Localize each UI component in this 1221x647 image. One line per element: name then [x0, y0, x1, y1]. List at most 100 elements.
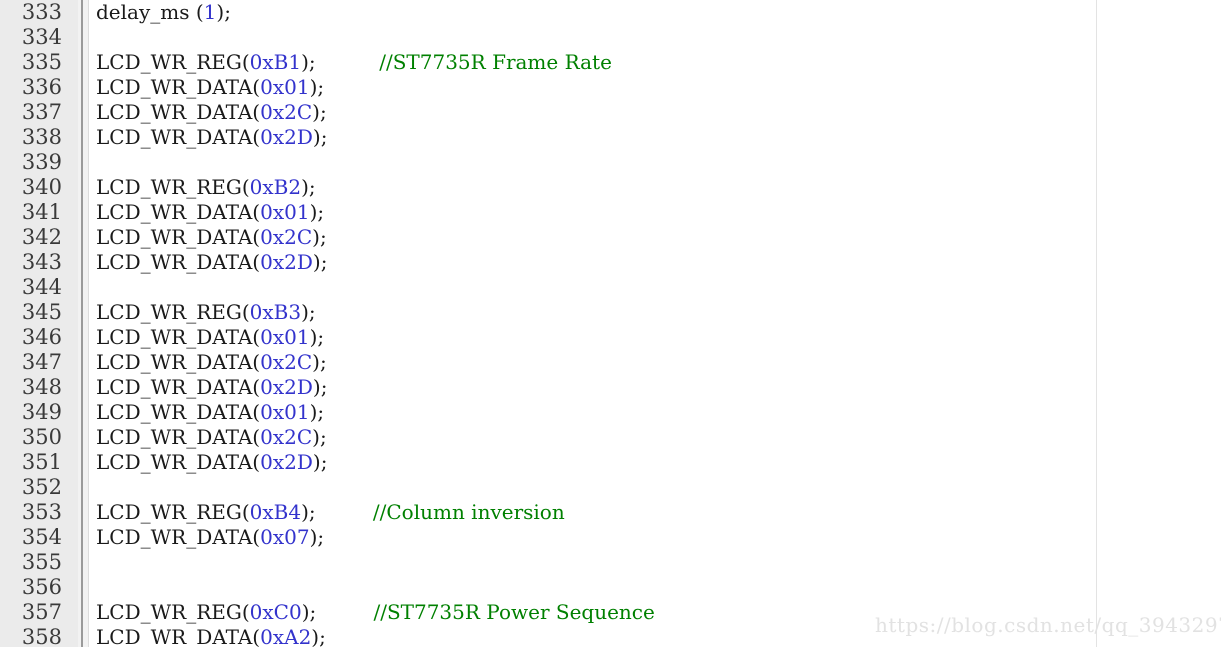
code-token: );: [301, 300, 316, 324]
code-line[interactable]: 333 delay_ms (1);: [0, 0, 1221, 25]
line-number: 349: [21, 400, 62, 424]
code-token: LCD_WR_DATA(: [96, 400, 261, 424]
code-line[interactable]: 335 LCD_WR_REG(0xB1); //ST7735R Frame Rat…: [0, 50, 1221, 75]
code-text[interactable]: LCD_WR_DATA(0x01);: [96, 75, 324, 100]
code-text[interactable]: LCD_WR_DATA(0x2D);: [96, 250, 327, 275]
code-line[interactable]: 337 LCD_WR_DATA(0x2C);: [0, 100, 1221, 125]
hex-literal: 0x2D: [260, 450, 313, 474]
code-token: LCD_WR_DATA(: [96, 375, 261, 399]
code-line[interactable]: 344: [0, 275, 1221, 300]
line-number: 350: [21, 425, 62, 449]
code-line[interactable]: 350 LCD_WR_DATA(0x2C);: [0, 425, 1221, 450]
code-token: LCD_WR_REG(: [96, 500, 250, 524]
code-line[interactable]: 347 LCD_WR_DATA(0x2C);: [0, 350, 1221, 375]
code-token: LCD_WR_DATA(: [96, 625, 261, 647]
code-comment: //ST7735R Frame Rate: [379, 50, 612, 74]
code-token: );: [312, 425, 327, 449]
code-token: );: [311, 625, 326, 647]
code-token: );: [312, 125, 328, 149]
hex-literal: 0x2D: [260, 250, 313, 274]
code-token: );: [309, 200, 325, 224]
code-text[interactable]: LCD_WR_REG(0xB1); //ST7735R Frame Rate: [96, 50, 612, 75]
code-line[interactable]: 355: [0, 550, 1221, 575]
code-line[interactable]: 346 LCD_WR_DATA(0x01);: [0, 325, 1221, 350]
line-number: 345: [21, 300, 62, 324]
code-comment: //ST7735R Power Sequence: [373, 600, 655, 624]
code-text[interactable]: LCD_WR_REG(0xB2);: [96, 175, 316, 200]
code-token: LCD_WR_REG(: [96, 50, 250, 74]
code-token: LCD_WR_REG(: [96, 300, 250, 324]
code-token: LCD_WR_DATA(: [96, 250, 261, 274]
code-text[interactable]: LCD_WR_DATA(0x07);: [96, 525, 324, 550]
code-text[interactable]: delay_ms (1);: [96, 0, 231, 25]
code-token: );: [301, 50, 316, 74]
code-token: );: [312, 225, 327, 249]
code-token: LCD_WR_DATA(: [96, 425, 261, 449]
hex-literal: 0x2C: [260, 225, 313, 249]
code-token: );: [309, 525, 325, 549]
code-text[interactable]: LCD_WR_DATA(0x2C);: [96, 425, 327, 450]
code-text[interactable]: LCD_WR_DATA(0x2D);: [96, 450, 327, 475]
code-text[interactable]: LCD_WR_DATA(0x01);: [96, 400, 324, 425]
code-text[interactable]: LCD_WR_DATA(0x01);: [96, 325, 324, 350]
hex-literal: 0x01: [260, 200, 310, 224]
code-token: );: [301, 500, 316, 524]
code-line[interactable]: 336 LCD_WR_DATA(0x01);: [0, 75, 1221, 100]
code-line[interactable]: 354 LCD_WR_DATA(0x07);: [0, 525, 1221, 550]
hex-literal: 0xB2: [249, 175, 302, 199]
line-number: 351: [21, 450, 62, 474]
code-token: delay_ms (: [96, 0, 204, 24]
hex-literal: 0x2D: [260, 375, 313, 399]
hex-literal: 0xC0: [249, 600, 302, 624]
code-line[interactable]: 340 LCD_WR_REG(0xB2);: [0, 175, 1221, 200]
code-line[interactable]: 338 LCD_WR_DATA(0x2D);: [0, 125, 1221, 150]
line-number: 336: [21, 75, 62, 99]
code-spacer: [316, 500, 373, 524]
code-line[interactable]: 334: [0, 25, 1221, 50]
line-number: 354: [21, 525, 62, 549]
hex-literal: 0x2C: [260, 425, 313, 449]
line-number: 343: [21, 250, 62, 274]
code-text[interactable]: LCD_WR_DATA(0x2C);: [96, 100, 327, 125]
line-number: 353: [21, 500, 62, 524]
code-text[interactable]: LCD_WR_DATA(0xA2);: [96, 625, 326, 647]
code-text[interactable]: LCD_WR_REG(0xB3);: [96, 300, 316, 325]
code-text[interactable]: LCD_WR_DATA(0x2D);: [96, 375, 327, 400]
code-line[interactable]: 353 LCD_WR_REG(0xB4); //Column inversion: [0, 500, 1221, 525]
line-number: 340: [21, 175, 62, 199]
code-spacer: [316, 50, 380, 74]
hex-literal: 0x01: [260, 400, 310, 424]
code-line[interactable]: 351 LCD_WR_DATA(0x2D);: [0, 450, 1221, 475]
code-token: LCD_WR_DATA(: [96, 450, 261, 474]
line-number: 347: [21, 350, 62, 374]
code-text[interactable]: LCD_WR_REG(0xB4); //Column inversion: [96, 500, 565, 525]
line-number: 355: [21, 550, 62, 574]
code-line[interactable]: 339: [0, 150, 1221, 175]
hex-literal: 0x01: [260, 325, 310, 349]
code-token: LCD_WR_DATA(: [96, 100, 261, 124]
code-text[interactable]: LCD_WR_DATA(0x2D);: [96, 125, 327, 150]
code-line[interactable]: 343 LCD_WR_DATA(0x2D);: [0, 250, 1221, 275]
code-token: );: [309, 75, 325, 99]
code-token: LCD_WR_DATA(: [96, 350, 261, 374]
code-token: );: [312, 450, 328, 474]
code-token: LCD_WR_DATA(: [96, 225, 261, 249]
hex-literal: 0x2C: [260, 350, 313, 374]
code-line[interactable]: 345 LCD_WR_REG(0xB3);: [0, 300, 1221, 325]
code-text[interactable]: LCD_WR_DATA(0x01);: [96, 200, 324, 225]
line-number: 346: [21, 325, 62, 349]
code-text[interactable]: LCD_WR_DATA(0x2C);: [96, 225, 327, 250]
csdn-watermark: https://blog.csdn.net/qq_39432978: [875, 613, 1221, 637]
code-line[interactable]: 349 LCD_WR_DATA(0x01);: [0, 400, 1221, 425]
code-line[interactable]: 352: [0, 475, 1221, 500]
code-token: LCD_WR_DATA(: [96, 125, 261, 149]
code-text[interactable]: LCD_WR_REG(0xC0); //ST7735R Power Sequen…: [96, 600, 655, 625]
code-line[interactable]: 342 LCD_WR_DATA(0x2C);: [0, 225, 1221, 250]
code-text[interactable]: LCD_WR_DATA(0x2C);: [96, 350, 327, 375]
line-number: 344: [21, 275, 62, 299]
code-editor: 333 delay_ms (1); 334 335 LCD_WR_REG(0xB1); …: [0, 0, 1221, 647]
code-line[interactable]: 356: [0, 575, 1221, 600]
code-line[interactable]: 341 LCD_WR_DATA(0x01);: [0, 200, 1221, 225]
line-number: 348: [21, 375, 62, 399]
code-line[interactable]: 348 LCD_WR_DATA(0x2D);: [0, 375, 1221, 400]
